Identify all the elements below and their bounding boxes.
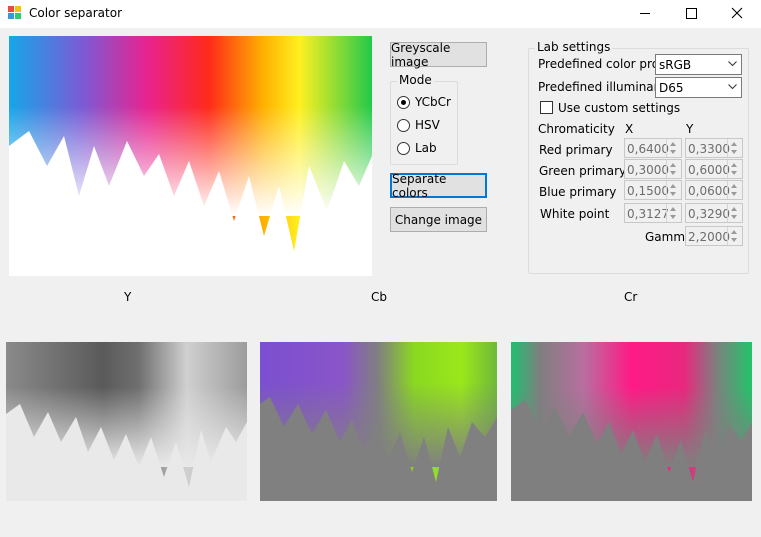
red-primary-label: Red primary bbox=[539, 143, 613, 157]
green-x-input: 0,3000 bbox=[624, 159, 682, 179]
radio-label: HSV bbox=[415, 118, 440, 132]
y-channel-image bbox=[6, 342, 247, 501]
illuminant-label: Predefined illuminant bbox=[538, 80, 666, 94]
maximize-icon[interactable] bbox=[668, 0, 714, 28]
radio-ycbcr[interactable]: YCbCr bbox=[397, 94, 477, 110]
radio-lab[interactable]: Lab bbox=[397, 140, 477, 156]
minimize-icon[interactable] bbox=[622, 0, 668, 28]
blue-x-input: 0,1500 bbox=[624, 180, 682, 200]
radio-hsv[interactable]: HSV bbox=[397, 117, 477, 133]
source-image bbox=[9, 36, 372, 276]
custom-settings-label: Use custom settings bbox=[558, 101, 681, 115]
cr-caption: Cr bbox=[624, 290, 638, 304]
radio-circle bbox=[397, 142, 410, 155]
red-x-input: 0,6400 bbox=[624, 138, 682, 158]
mode-group: Mode YCbCr HSV Lab bbox=[390, 73, 458, 165]
white-point-label: White point bbox=[540, 207, 610, 221]
cb-caption: Cb bbox=[371, 290, 387, 304]
y-caption: Y bbox=[124, 290, 132, 304]
custom-settings-checkbox[interactable] bbox=[540, 101, 553, 114]
illuminant-select[interactable]: D65 bbox=[655, 77, 742, 98]
app-icon bbox=[8, 6, 22, 20]
blue-y-input: 0,0600 bbox=[685, 180, 743, 200]
y-header: Y bbox=[686, 122, 694, 136]
illuminant-value: D65 bbox=[659, 81, 684, 95]
cb-channel-image bbox=[260, 342, 497, 501]
window-title: Color separator bbox=[29, 6, 123, 20]
gamma-input: 2,2000 bbox=[685, 226, 743, 246]
profile-value: sRGB bbox=[659, 58, 692, 72]
change-image-button[interactable]: Change image bbox=[390, 207, 487, 232]
chromaticity-label: Chromaticity bbox=[538, 122, 615, 136]
lab-settings-title: Lab settings bbox=[535, 40, 613, 54]
cr-channel-image bbox=[511, 342, 752, 501]
green-primary-label: Green primary bbox=[539, 164, 627, 178]
white-x-input: 0,3127 bbox=[624, 203, 682, 223]
white-y-input: 0,3290 bbox=[685, 203, 743, 223]
profile-select[interactable]: sRGB bbox=[655, 54, 742, 75]
radio-circle bbox=[397, 119, 410, 132]
green-y-input: 0,6000 bbox=[685, 159, 743, 179]
x-header: X bbox=[625, 122, 634, 136]
radio-label: Lab bbox=[415, 141, 437, 155]
title-bar: Color separator bbox=[0, 0, 761, 28]
radio-label: YCbCr bbox=[415, 95, 451, 109]
close-icon[interactable] bbox=[714, 0, 760, 28]
red-y-input: 0,3300 bbox=[685, 138, 743, 158]
chevron-down-icon bbox=[728, 84, 737, 90]
chevron-down-icon bbox=[728, 61, 737, 67]
separate-colors-button[interactable]: Separate colors bbox=[390, 172, 487, 200]
greyscale-button[interactable]: Greyscale image bbox=[390, 41, 487, 69]
radio-circle bbox=[397, 96, 410, 109]
mode-group-title: Mode bbox=[397, 73, 434, 87]
blue-primary-label: Blue primary bbox=[539, 185, 617, 199]
